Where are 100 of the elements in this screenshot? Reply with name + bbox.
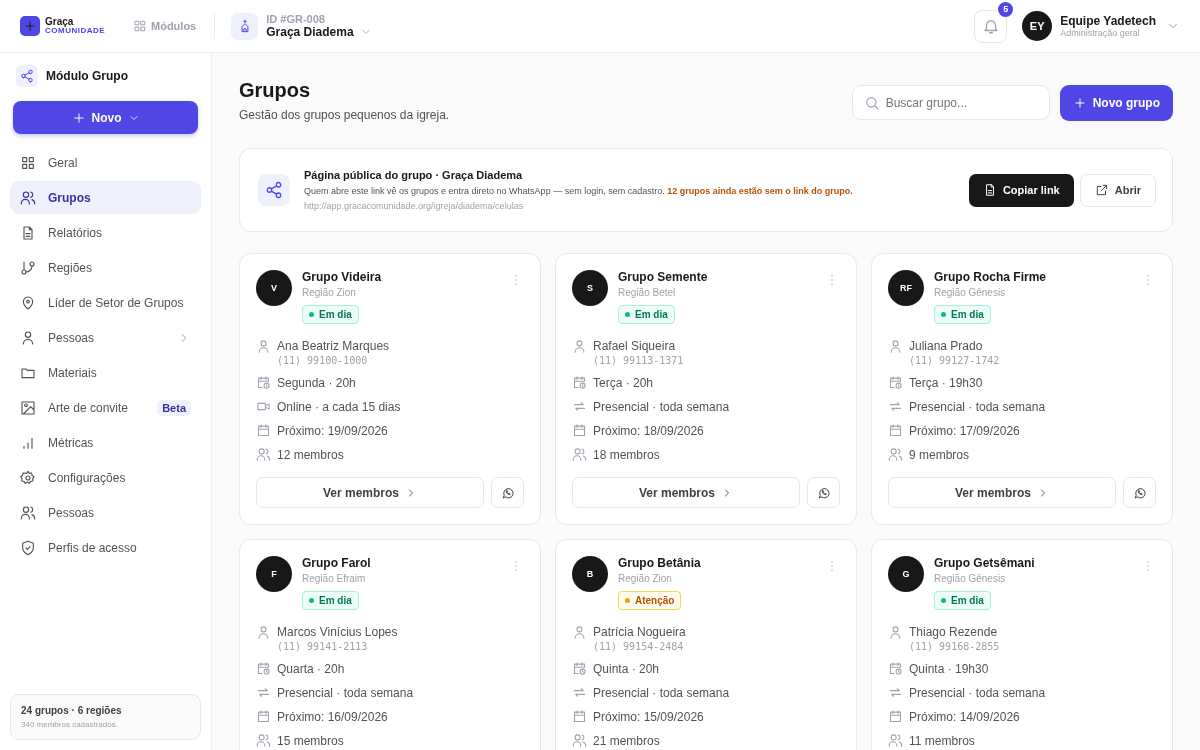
- new-group-button[interactable]: Novo grupo: [1059, 85, 1173, 121]
- chat-button[interactable]: [491, 477, 524, 508]
- member-count: 15 membros: [277, 733, 344, 748]
- chat-button[interactable]: [1123, 477, 1156, 508]
- page-subtitle: Gestão dos grupos pequenos da igreja.: [239, 108, 451, 122]
- people-icon: [256, 733, 271, 748]
- sidebar-item-label: Pessoas: [48, 505, 96, 520]
- next-meeting: Próximo: 18/09/2026: [593, 423, 704, 438]
- page-title: Grupos: [239, 79, 312, 102]
- status-badge: Em dia: [934, 305, 991, 324]
- next-meeting: Próximo: 17/09/2026: [909, 423, 1020, 438]
- sidebar-item-label: Líder de Setor de Grupos: [48, 295, 185, 310]
- user-avatar: EY: [1022, 11, 1053, 41]
- meeting-mode: Presencial · toda semana: [909, 685, 1046, 700]
- location-pin-icon: [20, 294, 36, 311]
- group-region: Região Betel: [618, 287, 676, 298]
- person-icon: [256, 339, 271, 354]
- sidebar-item[interactable]: Configurações: [10, 461, 201, 494]
- module-title: Módulo Grupo: [46, 69, 128, 83]
- leader-name: Ana Beatriz Marques: [277, 339, 390, 353]
- group-avatar: V: [256, 270, 292, 306]
- leader-phone: (11) 99113-1371: [593, 355, 684, 366]
- more-options-icon[interactable]: [514, 274, 518, 286]
- summary-subtitle: 340 membros cadastrados.: [21, 720, 119, 729]
- meeting-schedule: Quinta · 20h: [593, 661, 660, 676]
- calendar-clock-icon: [888, 375, 903, 390]
- more-options-icon[interactable]: [830, 560, 834, 572]
- group-avatar: B: [572, 556, 608, 592]
- leader-name: Marcos Vinícius Lopes: [277, 625, 398, 639]
- group-region: Região Efraim: [302, 573, 366, 584]
- meeting-mode: Online · a cada 15 dias: [277, 399, 401, 414]
- sidebar-item-label: Regiões: [48, 260, 94, 275]
- plus-icon: [71, 110, 86, 125]
- meeting-schedule: Quinta · 19h30: [909, 661, 989, 676]
- status-badge: Em dia: [302, 305, 359, 324]
- leader-phone: (11) 99141-2113: [277, 641, 369, 652]
- sidebar-item[interactable]: Arte de convite Beta: [10, 391, 201, 424]
- search-field[interactable]: Buscar grupo...: [851, 85, 1050, 120]
- group-region: Região Gênesis: [934, 287, 1006, 298]
- shield-icon: [20, 539, 36, 556]
- bell-icon: [981, 17, 1000, 35]
- person-icon: [572, 625, 587, 640]
- logo-icon: [20, 16, 40, 36]
- public-link-title: Página pública do grupo · Graça Diadema: [304, 169, 524, 181]
- user-name: Equipe Yadetech: [1060, 14, 1156, 28]
- sidebar-item-label: Grupos: [48, 190, 92, 205]
- chat-button[interactable]: [807, 477, 840, 508]
- sidebar-item-label: Arte de convite: [48, 400, 130, 415]
- sidebar-item[interactable]: Materiais: [10, 356, 201, 389]
- meeting-mode: Presencial · toda semana: [277, 685, 414, 700]
- status-badge: Em dia: [302, 591, 359, 610]
- chat-bubble-icon: [1132, 485, 1147, 500]
- sidebar-item[interactable]: Métricas: [10, 426, 201, 459]
- branch-icon: [20, 259, 36, 276]
- view-members-button[interactable]: Ver membros: [256, 477, 484, 508]
- sidebar-item[interactable]: Relatórios: [10, 216, 201, 249]
- more-options-icon[interactable]: [1146, 560, 1150, 572]
- group-region: Região Zion: [618, 573, 672, 584]
- settings-icon: [20, 469, 36, 486]
- sidebar-item[interactable]: Pessoas: [10, 321, 201, 354]
- church-selector[interactable]: Graça Diadema: [266, 25, 372, 39]
- church-id: ID #GR-008: [266, 13, 326, 25]
- sidebar-item[interactable]: Líder de Setor de Grupos: [10, 286, 201, 319]
- group-name: Grupo Rocha Firme: [934, 270, 1046, 284]
- user-role: Administração geral: [1060, 28, 1141, 38]
- copy-link-button[interactable]: Copiar link: [968, 173, 1074, 207]
- sidebar-item[interactable]: Perfis de acesso: [10, 531, 201, 564]
- group-name: Grupo Betânia: [618, 556, 701, 570]
- calendar-icon: [256, 709, 271, 724]
- sidebar-item[interactable]: Grupos: [10, 181, 201, 214]
- notification-badge: 5: [998, 1, 1014, 17]
- sidebar-item-label: Pessoas: [48, 330, 96, 345]
- group-avatar: S: [572, 270, 608, 306]
- view-members-button[interactable]: Ver membros: [572, 477, 800, 508]
- people-icon: [888, 447, 903, 462]
- more-options-icon[interactable]: [514, 560, 518, 572]
- open-button[interactable]: Abrir: [1079, 173, 1156, 207]
- sidebar-item[interactable]: Pessoas: [10, 496, 201, 529]
- meeting-mode: Presencial · toda semana: [909, 399, 1046, 414]
- calendar-clock-icon: [572, 661, 587, 676]
- sidebar-item[interactable]: Geral: [10, 146, 201, 179]
- leader-phone: (11) 99100-1000: [277, 355, 369, 366]
- share-icon: [16, 65, 38, 87]
- sidebar-item[interactable]: Regiões: [10, 251, 201, 284]
- grid-icon: [20, 154, 36, 171]
- leader-phone: (11) 99154-2484: [593, 641, 685, 652]
- status-badge: Em dia: [618, 305, 675, 324]
- more-options-icon[interactable]: [830, 274, 834, 286]
- public-link-description: Quem abre este link vê os grupos e entra direto no WhatsApp — sem login, sem cadastro. 12 grupos ainda estão sem o link do grupo.: [304, 186, 854, 196]
- calendar-icon: [572, 709, 587, 724]
- person-icon: [888, 339, 903, 354]
- next-meeting: Próximo: 14/09/2026: [909, 709, 1020, 724]
- more-options-icon[interactable]: [1146, 274, 1150, 286]
- people-icon: [20, 189, 36, 206]
- meeting-schedule: Quarta · 20h: [277, 661, 345, 676]
- new-button[interactable]: Novo: [13, 101, 198, 134]
- leader-phone: (11) 99168-2855: [909, 641, 1000, 652]
- meeting-schedule: Terça · 20h: [593, 375, 654, 390]
- person-icon: [256, 625, 271, 640]
- view-members-button[interactable]: Ver membros: [888, 477, 1116, 508]
